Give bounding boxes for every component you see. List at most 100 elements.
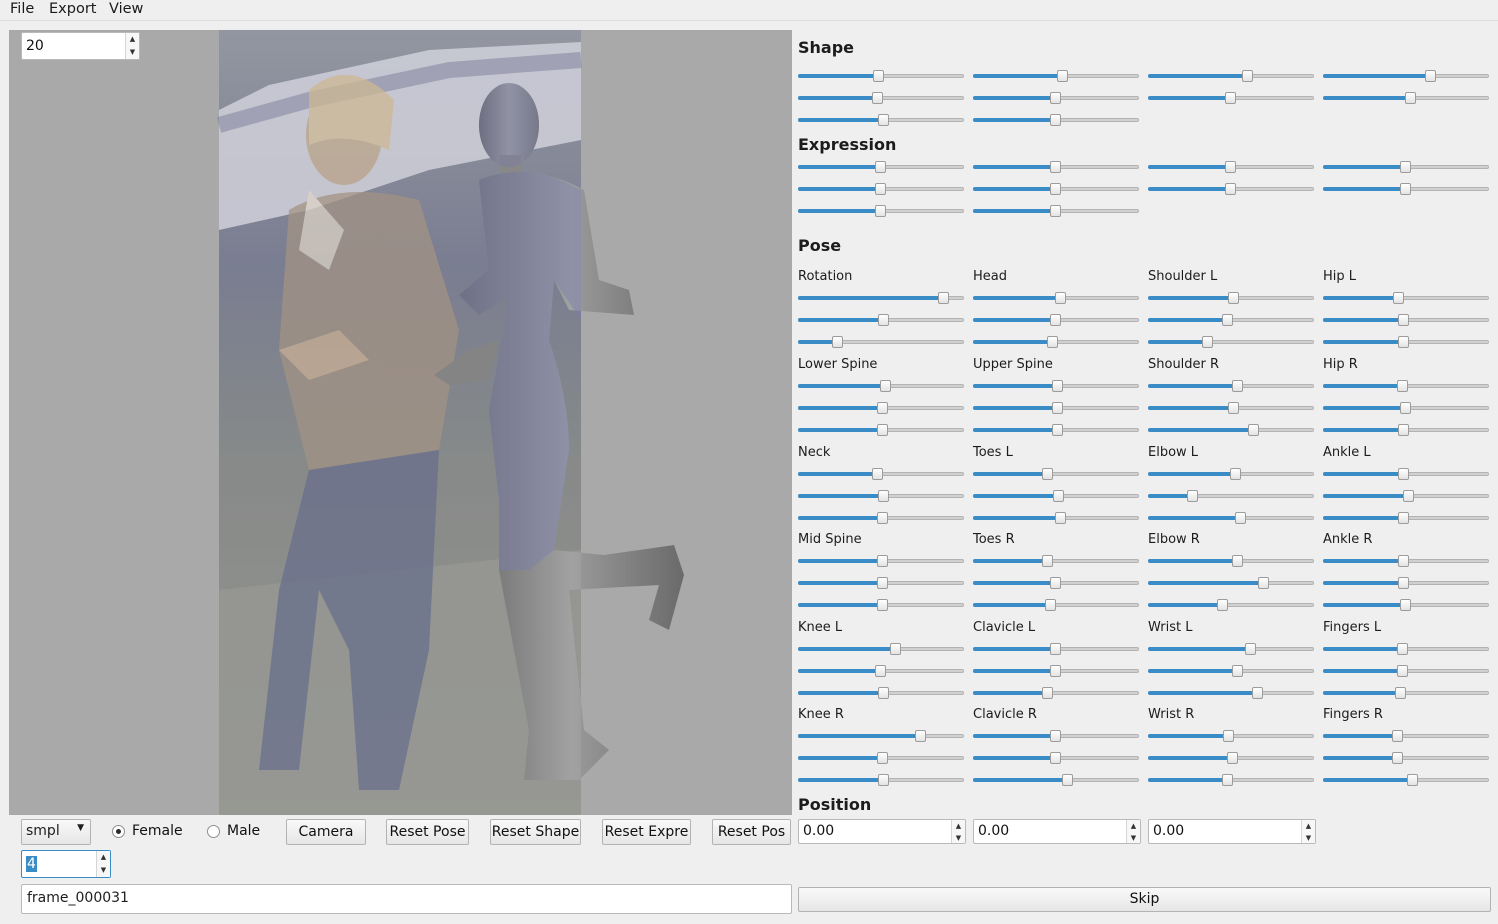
pose-slider-mid-spine-0[interactable] — [798, 555, 964, 567]
slider-handle[interactable] — [1228, 292, 1239, 304]
pose-slider-elbow-r-2[interactable] — [1148, 599, 1314, 611]
pose-slider-ankle-r-1[interactable] — [1323, 577, 1489, 589]
slider-handle[interactable] — [1222, 314, 1233, 326]
reset-pose-button[interactable]: Reset Pose — [386, 819, 469, 845]
spin-up-icon[interactable]: ▲ — [952, 820, 965, 832]
slider-handle[interactable] — [1228, 402, 1239, 414]
slider-handle[interactable] — [878, 314, 889, 326]
pose-slider-elbow-r-1[interactable] — [1148, 577, 1314, 589]
pose-slider-fingers-l-2[interactable] — [1323, 687, 1489, 699]
spin-down-icon[interactable]: ▼ — [1302, 832, 1315, 844]
pose-slider-wrist-r-1[interactable] — [1148, 752, 1314, 764]
slider-handle[interactable] — [1235, 512, 1246, 524]
pose-slider-clavicle-l-2[interactable] — [973, 687, 1139, 699]
pose-slider-fingers-r-2[interactable] — [1323, 774, 1489, 786]
pose-slider-fingers-l-0[interactable] — [1323, 643, 1489, 655]
slider-handle[interactable] — [1407, 774, 1418, 786]
slider-handle[interactable] — [1248, 424, 1259, 436]
slider-handle[interactable] — [875, 161, 886, 173]
spin-down-icon[interactable]: ▼ — [952, 832, 965, 844]
slider-handle[interactable] — [877, 424, 888, 436]
pose-slider-shoulder-l-0[interactable] — [1148, 292, 1314, 304]
spin-down-icon[interactable]: ▼ — [126, 46, 139, 59]
slider-handle[interactable] — [1232, 665, 1243, 677]
slider-handle[interactable] — [1062, 774, 1073, 786]
render-viewport[interactable]: 20 ▲ ▼ — [9, 30, 792, 815]
pose-slider-elbow-r-0[interactable] — [1148, 555, 1314, 567]
slider-handle[interactable] — [1055, 512, 1066, 524]
slider-handle[interactable] — [1397, 380, 1408, 392]
spin-up-icon[interactable]: ▲ — [97, 851, 110, 864]
slider-handle[interactable] — [1223, 730, 1234, 742]
expression-slider-2[interactable] — [1148, 161, 1314, 173]
slider-handle[interactable] — [1050, 161, 1061, 173]
shape-slider-1[interactable] — [973, 70, 1139, 82]
slider-handle[interactable] — [878, 687, 889, 699]
slider-handle[interactable] — [1050, 114, 1061, 126]
slider-handle[interactable] — [878, 774, 889, 786]
slider-handle[interactable] — [1053, 490, 1064, 502]
slider-handle[interactable] — [1398, 336, 1409, 348]
slider-handle[interactable] — [1225, 183, 1236, 195]
pose-slider-ankle-r-0[interactable] — [1323, 555, 1489, 567]
slider-handle[interactable] — [1050, 665, 1061, 677]
pose-slider-head-1[interactable] — [973, 314, 1139, 326]
model-select[interactable]: smpl ▼ — [21, 819, 91, 845]
slider-handle[interactable] — [938, 292, 949, 304]
shape-slider-7[interactable] — [1323, 92, 1489, 104]
male-radio[interactable] — [207, 825, 220, 838]
slider-handle[interactable] — [1050, 752, 1061, 764]
pose-slider-elbow-l-2[interactable] — [1148, 512, 1314, 524]
expression-slider-7[interactable] — [1323, 183, 1489, 195]
slider-handle[interactable] — [1403, 490, 1414, 502]
slider-handle[interactable] — [878, 114, 889, 126]
pose-slider-shoulder-r-2[interactable] — [1148, 424, 1314, 436]
expression-slider-1[interactable] — [973, 161, 1139, 173]
pose-slider-head-2[interactable] — [973, 336, 1139, 348]
pose-slider-toes-l-1[interactable] — [973, 490, 1139, 502]
shape-slider-2[interactable] — [1148, 70, 1314, 82]
slider-handle[interactable] — [1050, 643, 1061, 655]
pose-slider-mid-spine-1[interactable] — [798, 577, 964, 589]
pose-slider-fingers-l-1[interactable] — [1323, 665, 1489, 677]
pose-slider-knee-l-2[interactable] — [798, 687, 964, 699]
menu-export[interactable]: Export — [49, 1, 96, 17]
expression-slider-6[interactable] — [1148, 183, 1314, 195]
camera-button[interactable]: Camera — [286, 819, 366, 845]
pose-slider-upper-spine-0[interactable] — [973, 380, 1139, 392]
pose-slider-neck-1[interactable] — [798, 490, 964, 502]
slider-handle[interactable] — [875, 205, 886, 217]
shape-slider-4[interactable] — [798, 92, 964, 104]
expression-slider-9[interactable] — [973, 205, 1139, 217]
pose-slider-ankle-l-2[interactable] — [1323, 512, 1489, 524]
pose-slider-toes-r-2[interactable] — [973, 599, 1139, 611]
pose-slider-shoulder-r-1[interactable] — [1148, 402, 1314, 414]
expression-slider-3[interactable] — [1323, 161, 1489, 173]
shape-slider-3[interactable] — [1323, 70, 1489, 82]
shape-slider-9[interactable] — [973, 114, 1139, 126]
pose-slider-toes-r-1[interactable] — [973, 577, 1139, 589]
slider-handle[interactable] — [1225, 161, 1236, 173]
pose-slider-rotation-1[interactable] — [798, 314, 964, 326]
slider-handle[interactable] — [1405, 92, 1416, 104]
pose-slider-wrist-l-0[interactable] — [1148, 643, 1314, 655]
pose-slider-toes-l-0[interactable] — [973, 468, 1139, 480]
pose-slider-rotation-0[interactable] — [798, 292, 964, 304]
position-x-spinbox[interactable]: 0.00 ▲ ▼ — [798, 819, 966, 844]
pose-slider-neck-0[interactable] — [798, 468, 964, 480]
pose-slider-hip-r-1[interactable] — [1323, 402, 1489, 414]
slider-handle[interactable] — [1393, 292, 1404, 304]
slider-handle[interactable] — [877, 752, 888, 764]
slider-handle[interactable] — [1395, 687, 1406, 699]
pose-slider-ankle-l-0[interactable] — [1323, 468, 1489, 480]
pose-slider-rotation-2[interactable] — [798, 336, 964, 348]
slider-handle[interactable] — [1392, 752, 1403, 764]
slider-handle[interactable] — [1397, 665, 1408, 677]
position-y-spinbox[interactable]: 0.00 ▲ ▼ — [973, 819, 1141, 844]
pose-slider-wrist-r-2[interactable] — [1148, 774, 1314, 786]
slider-handle[interactable] — [1042, 468, 1053, 480]
slider-handle[interactable] — [1225, 92, 1236, 104]
pose-slider-shoulder-r-0[interactable] — [1148, 380, 1314, 392]
reset-position-button[interactable]: Reset Pos — [712, 819, 791, 845]
pose-slider-knee-r-0[interactable] — [798, 730, 964, 742]
